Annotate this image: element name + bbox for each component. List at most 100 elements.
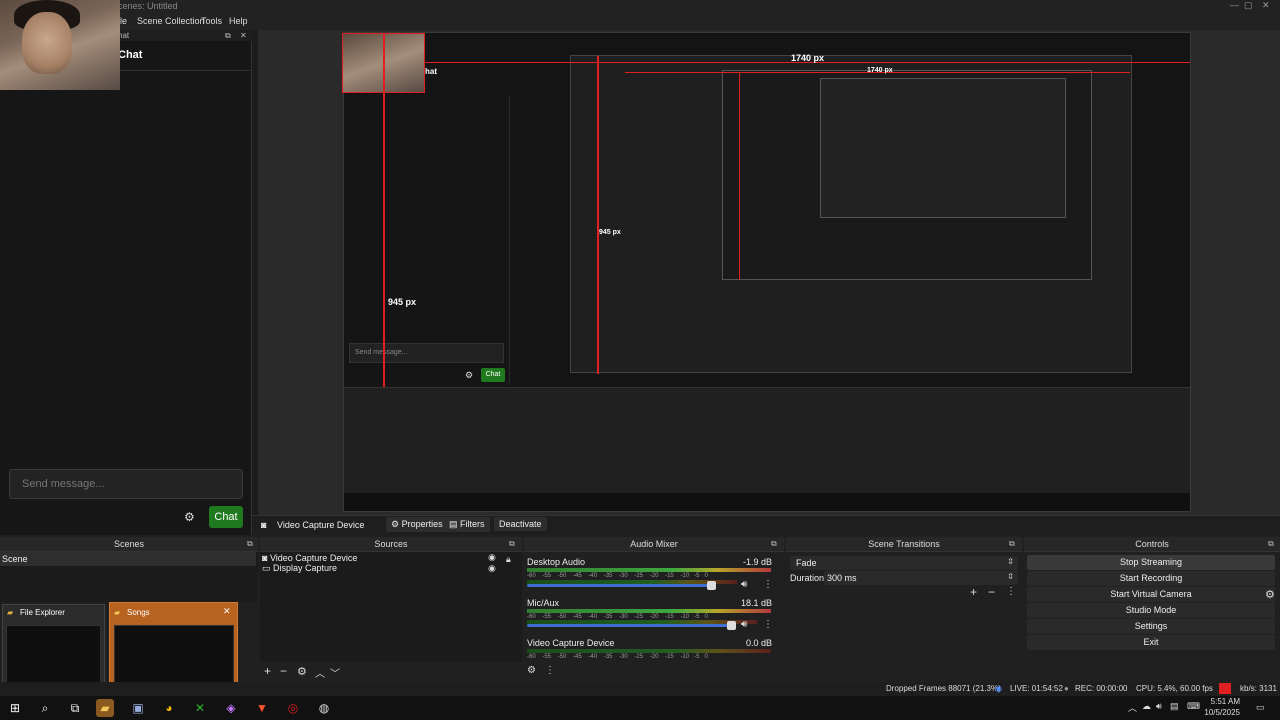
mixer-channel-name: Desktop Audio: [527, 557, 586, 567]
monitor-icon: ▭: [262, 563, 274, 573]
meter-scale: -60 -55 -50 -45 -40 -35 -30 -25 -20 -15 …: [527, 654, 708, 660]
close-icon[interactable]: ✕: [1262, 0, 1270, 11]
tray-overflow-icon[interactable]: ︿: [1128, 701, 1137, 714]
app-icon[interactable]: ◈: [222, 699, 240, 717]
file-explorer-icon[interactable]: ▰: [96, 699, 114, 717]
store-icon[interactable]: ▣: [129, 699, 147, 717]
nested-capture-level-4: [820, 78, 1066, 218]
properties-label: Properties: [401, 519, 443, 529]
thumbnail-title: File Explorer: [20, 608, 65, 617]
scene-item[interactable]: Scene: [0, 552, 256, 566]
webcam-face: [22, 12, 72, 74]
spin-icon: ⇳: [1007, 572, 1014, 581]
maximize-icon[interactable]: ▢: [1244, 0, 1253, 11]
remove-transition-icon[interactable]: −: [988, 585, 995, 599]
menu-help[interactable]: Help: [229, 16, 248, 26]
sources-panel-header: Sources: [260, 537, 522, 552]
stop-streaming-button[interactable]: Stop Streaming: [1027, 555, 1275, 570]
visibility-eye-icon[interactable]: ◉: [488, 563, 496, 574]
live-timer: LIVE: 01:54:52: [1010, 684, 1063, 693]
sources-popout-icon[interactable]: ⧉: [509, 539, 515, 549]
scenes-popout-icon[interactable]: ⧉: [247, 539, 253, 549]
volume-slider-handle[interactable]: [707, 581, 716, 590]
clock-time[interactable]: 5:51 AM: [1196, 697, 1240, 706]
folder-icon: ▰: [7, 608, 14, 617]
rec-timer: REC: 00:00:00: [1075, 684, 1128, 693]
studio-mode-button[interactable]: Studio Mode: [1027, 603, 1275, 618]
nested-chat-title: hat: [425, 67, 437, 76]
lock-icon[interactable]: 🔒︎: [506, 554, 511, 565]
notifications-icon[interactable]: ▭: [1256, 702, 1265, 713]
move-down-icon[interactable]: ﹀: [330, 665, 340, 680]
thumbnail-preview: [6, 625, 101, 689]
clock-date[interactable]: 10/5/2025: [1196, 708, 1240, 717]
deactivate-button[interactable]: Deactivate: [494, 517, 547, 531]
transitions-popout-icon[interactable]: ⧉: [1009, 539, 1015, 549]
search-icon[interactable]: ⌕: [36, 699, 54, 717]
visibility-eye-icon[interactable]: ◉: [488, 552, 496, 563]
add-source-icon[interactable]: +: [264, 664, 271, 678]
speaker-icon[interactable]: 🔊︎: [741, 619, 747, 630]
scene-thumbnail-songs[interactable]: ▰ Songs ✕: [109, 602, 238, 692]
more-options-icon[interactable]: ⋮: [763, 619, 773, 630]
source-item-video-capture[interactable]: ◙ Video Capture Device: [262, 553, 357, 563]
xbox-icon[interactable]: ✕: [191, 699, 209, 717]
network-icon[interactable]: ▤: [1170, 701, 1179, 712]
transition-type-select[interactable]: Fade ⇳: [790, 556, 1018, 570]
move-up-icon[interactable]: ︿: [315, 665, 325, 680]
volume-slider[interactable]: [527, 584, 711, 587]
settings-button[interactable]: Settings: [1027, 619, 1275, 634]
nested-measure-vertical-line: [597, 56, 599, 374]
scene-thumbnail-file-explorer[interactable]: ▰ File Explorer: [2, 604, 105, 692]
scene-transitions-panel-header: Scene Transitions: [786, 537, 1022, 552]
mixer-settings-gear-icon[interactable]: ⚙: [527, 665, 536, 676]
popout-icon[interactable]: ⧉: [225, 31, 231, 41]
duration-input[interactable]: 300 ms ⇳: [824, 571, 1018, 585]
menu-tools[interactable]: Tools: [201, 16, 222, 26]
source-properties-gear-icon[interactable]: ⚙: [297, 665, 307, 678]
audio-meter: [527, 568, 771, 572]
chat-message-input[interactable]: [9, 469, 243, 499]
rec-icon: ●: [1064, 684, 1069, 693]
start-virtual-camera-button[interactable]: Start Virtual Camera: [1027, 587, 1275, 602]
meter-scale: -60 -55 -50 -45 -40 -35 -30 -25 -20 -15 …: [527, 573, 708, 579]
gear-icon: ⚙: [391, 519, 402, 529]
volume-icon[interactable]: 🔊︎: [1156, 701, 1162, 712]
menu-scene-collection[interactable]: Scene Collection: [137, 16, 205, 26]
add-transition-icon[interactable]: +: [970, 585, 977, 599]
volume-slider-handle[interactable]: [727, 621, 736, 630]
speaker-icon[interactable]: 🔊︎: [741, 579, 747, 590]
close-dock-icon[interactable]: ✕: [240, 31, 247, 40]
source-item-display-capture[interactable]: ▭ Display Capture: [262, 563, 337, 574]
close-thumbnail-icon[interactable]: ✕: [223, 606, 231, 617]
transition-type-value: Fade: [796, 558, 817, 568]
properties-button[interactable]: ⚙ Properties: [386, 517, 448, 532]
obs-icon[interactable]: ◍: [315, 699, 333, 717]
mixer-more-icon[interactable]: ⋮: [545, 665, 555, 676]
mixer-popout-icon[interactable]: ⧉: [771, 539, 777, 549]
controls-popout-icon[interactable]: ⧉: [1268, 539, 1274, 549]
minimize-icon[interactable]: —: [1230, 0, 1239, 10]
nested-gear-icon: ⚙: [465, 370, 474, 380]
task-view-icon[interactable]: ⧉: [66, 699, 84, 717]
chrome-icon[interactable]: ◕: [160, 699, 178, 717]
more-options-icon[interactable]: ⋮: [763, 579, 773, 590]
dropped-frames: Dropped Frames 88071 (21.3%): [886, 684, 1001, 693]
exit-button[interactable]: Exit: [1027, 635, 1275, 650]
source-label: Display Capture: [273, 563, 338, 573]
live-indicator: [1219, 683, 1231, 694]
windows-start-icon[interactable]: ⊞: [6, 699, 24, 717]
transition-more-icon[interactable]: ⋮: [1006, 586, 1016, 597]
obs-recording-icon[interactable]: ◎: [284, 699, 302, 717]
chat-settings-gear-icon[interactable]: ⚙: [184, 510, 195, 524]
filters-button[interactable]: ▤ Filters: [444, 517, 490, 532]
volume-slider[interactable]: [527, 624, 732, 627]
source-label: Video Capture Device: [269, 553, 358, 563]
virtual-camera-settings-gear-icon[interactable]: ⚙: [1265, 588, 1275, 601]
chat-send-button[interactable]: Chat: [209, 506, 243, 528]
brave-icon[interactable]: ▼: [253, 699, 271, 717]
remove-source-icon[interactable]: −: [280, 664, 287, 678]
folder-icon: ▰: [114, 608, 121, 617]
cloud-icon[interactable]: ☁: [1142, 701, 1151, 712]
start-recording-button[interactable]: Start Recording: [1027, 571, 1275, 586]
